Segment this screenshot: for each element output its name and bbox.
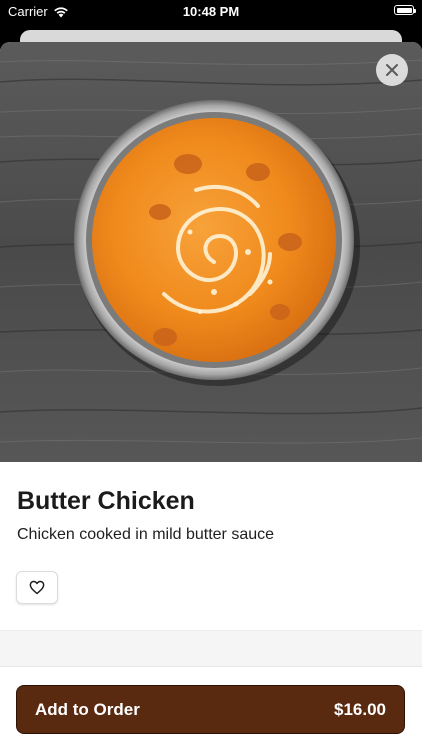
status-bar: Carrier 10:48 PM [0,0,422,24]
screen: Carrier 10:48 PM Butter Chicken Chicken … [0,0,422,750]
item-title: Butter Chicken [17,487,195,515]
item-detail-sheet: Butter Chicken Chicken cooked in mild bu… [0,42,422,750]
add-to-order-label: Add to Order [35,699,140,719]
close-button[interactable] [376,54,408,86]
food-image [0,42,422,462]
heart-icon [29,580,45,595]
close-icon [386,64,398,76]
section-divider [0,630,422,667]
item-description: Chicken cooked in mild butter sauce [17,526,275,543]
item-price: $16.00 [334,699,386,719]
item-photo [0,42,422,462]
order-footer: Add to Order $16.00 [0,666,422,750]
favorite-button[interactable] [16,571,58,604]
add-to-order-button[interactable]: Add to Order $16.00 [16,685,405,734]
battery-level [396,7,412,13]
battery-icon [394,5,416,15]
status-time: 10:48 PM [182,4,240,19]
